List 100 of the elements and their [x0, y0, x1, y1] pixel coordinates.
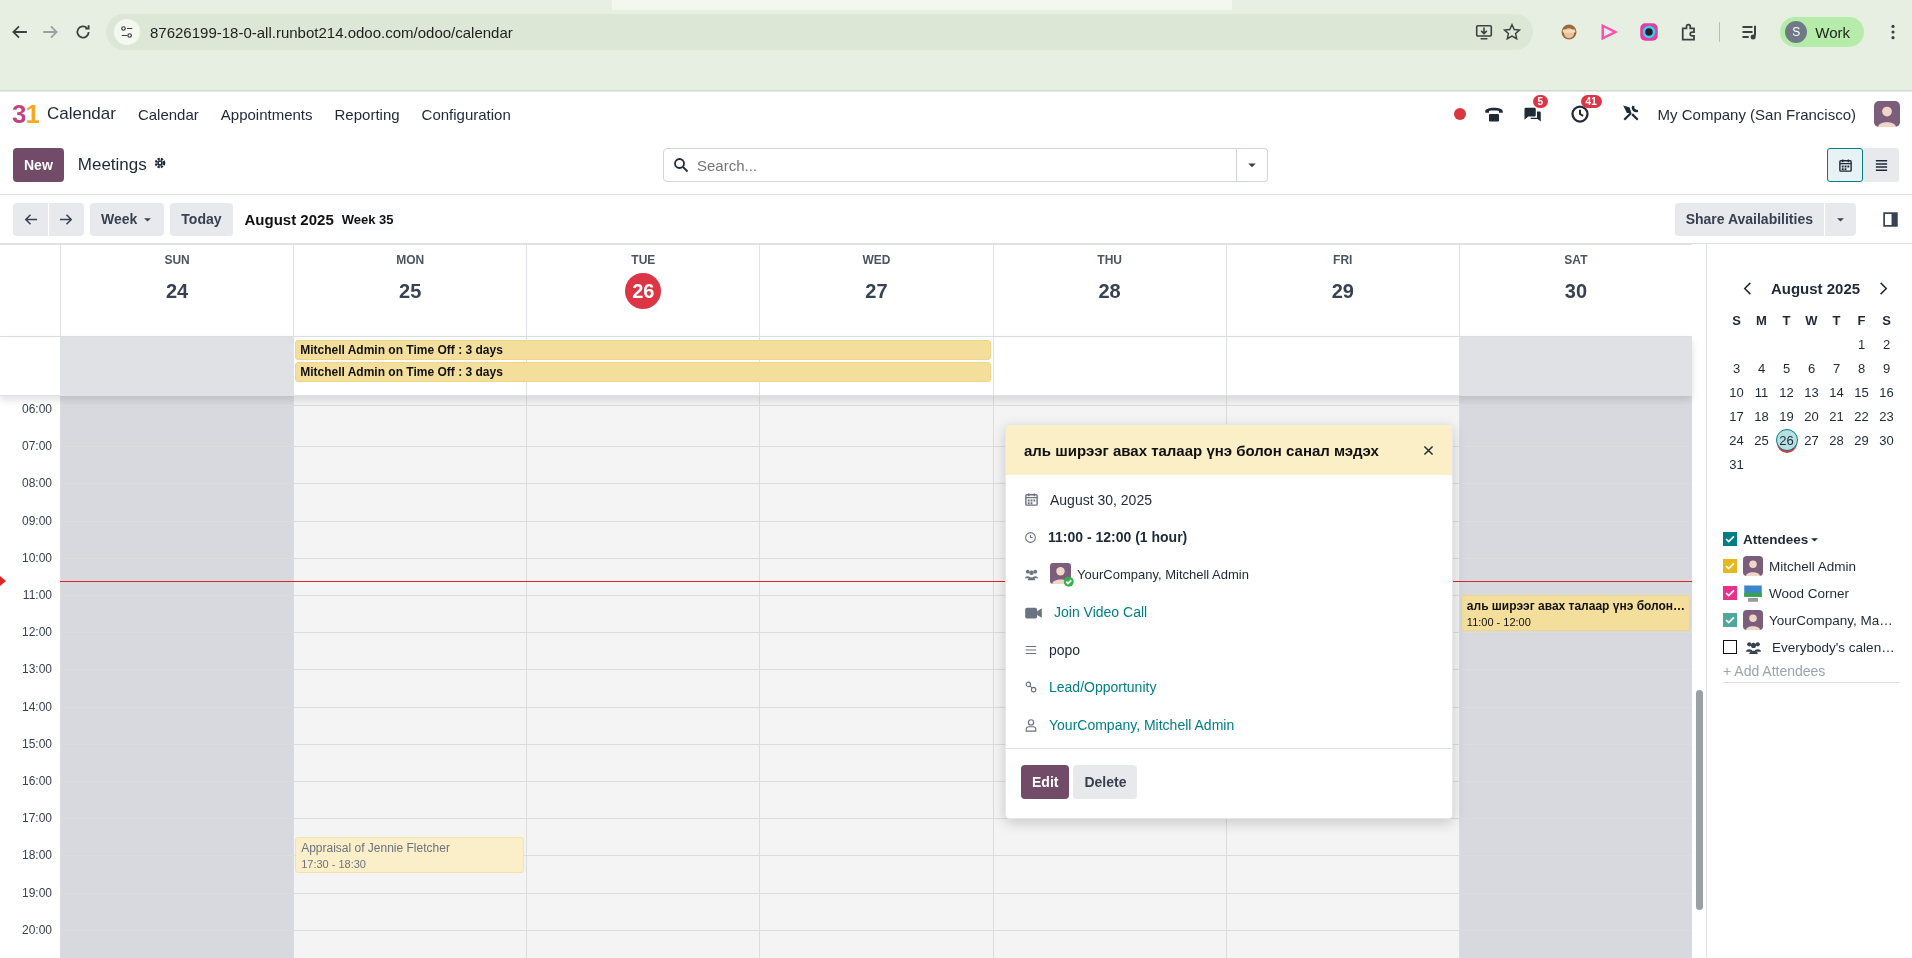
bookmark-star-icon[interactable] [1503, 23, 1522, 41]
play-extension-icon[interactable] [1599, 22, 1620, 42]
date-cell[interactable]: 23 [1874, 404, 1899, 428]
hour-label: 08:00 [21, 476, 52, 491]
date-cell[interactable]: 10 [1724, 380, 1749, 404]
filter-section-checkbox[interactable] [1723, 532, 1737, 546]
list-icon [1873, 157, 1889, 173]
organizer-link[interactable]: YourCompany, Mitchell Admin [1049, 716, 1235, 733]
date-cell[interactable]: 9 [1874, 356, 1899, 380]
period-title: August 2025 [244, 210, 334, 228]
tools-icon[interactable] [1621, 103, 1640, 122]
sidebar-toggle-icon[interactable] [1882, 210, 1899, 228]
hour-label: 07:00 [21, 439, 52, 454]
date-cell[interactable]: 7 [1824, 356, 1849, 380]
date-cell[interactable]: 12 [1774, 380, 1799, 404]
attendee-checkbox[interactable] [1723, 559, 1737, 573]
attendee-name[interactable]: Wood Corner [1769, 585, 1850, 601]
delete-button[interactable]: Delete [1073, 764, 1138, 799]
all-day-event[interactable]: Mitchell Admin on Time Off : 3 days [295, 340, 991, 360]
company-switcher[interactable]: My Company (San Francisco) [1657, 105, 1856, 123]
date-cell[interactable]: 21 [1824, 404, 1849, 428]
calendar-event[interactable]: Appraisal of Jennie Fletcher 17:30 - 18:30 [295, 836, 525, 873]
install-app-icon[interactable] [1475, 23, 1494, 41]
day-header[interactable]: THU 28 [992, 245, 1226, 336]
hour-label: 11:00 [22, 588, 52, 602]
page-title: Meetings [77, 155, 147, 175]
day-number: 29 [1330, 278, 1355, 304]
weekday-label: TUE [631, 253, 656, 267]
app-name[interactable]: Calendar [46, 104, 116, 124]
menu-item[interactable]: Reporting [334, 105, 400, 123]
date-cell[interactable]: 1 [1849, 332, 1874, 356]
date-cell[interactable]: 26 [1775, 429, 1798, 451]
calendar-event[interactable]: аль ширээг авах талаар үнэ болон… 11:00 - 12:00 [1460, 595, 1690, 632]
date-cell[interactable]: 5 [1774, 356, 1799, 380]
calendar-view-button[interactable] [1827, 148, 1863, 182]
join-video-call-link[interactable]: Join Video Call [1054, 604, 1148, 621]
date-cell[interactable]: 17 [1724, 404, 1749, 428]
list-view-button[interactable] [1863, 148, 1899, 182]
date-cell[interactable]: 13 [1799, 380, 1824, 404]
activity-clock-icon[interactable] [1569, 104, 1590, 124]
date-cell[interactable]: 14 [1824, 380, 1849, 404]
day-header[interactable]: SUN 24 [60, 245, 294, 336]
related-record-link[interactable]: Lead/Opportunity [1049, 679, 1157, 696]
date-cell[interactable]: 18 [1749, 404, 1774, 428]
attendee-name[interactable]: YourCompany, Ma… [1769, 612, 1893, 628]
day-header[interactable]: SAT 30 [1458, 245, 1692, 336]
attendee-checkbox[interactable] [1723, 640, 1737, 654]
new-button[interactable]: New [13, 148, 64, 182]
previous-button[interactable] [13, 202, 48, 236]
site-info-icon[interactable] [120, 25, 134, 39]
day-header[interactable]: MON 25 [293, 245, 527, 336]
search-field[interactable]: Search... [663, 148, 1237, 182]
date-cell[interactable]: 15 [1849, 380, 1874, 404]
date-cell[interactable]: 6 [1799, 356, 1824, 380]
color-circle-extension-icon[interactable] [1639, 22, 1660, 42]
event-title: Appraisal of Jennie Fletcher [301, 840, 451, 855]
all-day-event[interactable]: Mitchell Admin on Time Off : 3 days [295, 362, 991, 382]
date-cell[interactable]: 19 [1774, 404, 1799, 428]
close-icon[interactable] [1422, 443, 1435, 457]
attendee-name[interactable]: Everybody's calen… [1772, 639, 1895, 655]
day-header[interactable]: WED 27 [759, 245, 993, 336]
menu-item[interactable]: Configuration [421, 105, 511, 123]
menu-item[interactable]: Calendar [137, 105, 199, 123]
next-button[interactable] [49, 202, 84, 236]
date-cell[interactable]: 8 [1849, 356, 1874, 380]
date-cell[interactable]: 4 [1749, 356, 1774, 380]
settings-icon[interactable] [152, 156, 167, 170]
share-availabilities-button[interactable]: Share Availabilities [1674, 202, 1824, 236]
reload-icon[interactable] [74, 23, 92, 41]
date-cell[interactable]: 22 [1849, 404, 1874, 428]
date-cell[interactable]: 25 [1749, 428, 1774, 452]
date-cell[interactable]: 11 [1749, 380, 1774, 404]
hour-label: 13:00 [21, 662, 52, 677]
day-header[interactable]: TUE 26 [526, 245, 760, 336]
menu-item[interactable]: Appointments [220, 105, 313, 123]
profile-button[interactable]: S Work [1780, 17, 1864, 47]
address-bar[interactable]: 87626199-18-0-all.runbot214.odoo.com/odoo/calendar [106, 14, 1534, 50]
date-cell[interactable]: 3 [1724, 356, 1749, 380]
today-button[interactable]: Today [170, 202, 233, 236]
hour-label: 10:00 [21, 550, 52, 565]
attendee-name[interactable]: Mitchell Admin [1769, 558, 1857, 574]
date-cell[interactable]: 27 [1799, 428, 1824, 452]
date-cell[interactable]: 28 [1824, 428, 1849, 452]
attendee-checkbox[interactable] [1723, 586, 1737, 600]
edit-button[interactable]: Edit [1021, 764, 1070, 799]
weekday-letter: T [1831, 311, 1842, 330]
date-cell[interactable]: 16 [1874, 380, 1899, 404]
date-cell[interactable]: 30 [1874, 428, 1899, 452]
date-cell[interactable]: 31 [1724, 452, 1749, 476]
date-cell[interactable]: 20 [1799, 404, 1824, 428]
scale-dropdown[interactable]: Week [90, 202, 165, 236]
filter-section-title[interactable]: Attendees [1743, 531, 1809, 547]
back-icon[interactable] [10, 23, 28, 41]
hour-label: 20:00 [21, 922, 52, 937]
attendee-checkbox[interactable] [1723, 613, 1737, 627]
date-cell[interactable]: 2 [1874, 332, 1899, 356]
date-cell[interactable]: 24 [1724, 428, 1749, 452]
date-cell[interactable]: 29 [1849, 428, 1874, 452]
day-header[interactable]: FRI 29 [1225, 245, 1459, 336]
chat-count-badge: 5 [1532, 95, 1549, 108]
